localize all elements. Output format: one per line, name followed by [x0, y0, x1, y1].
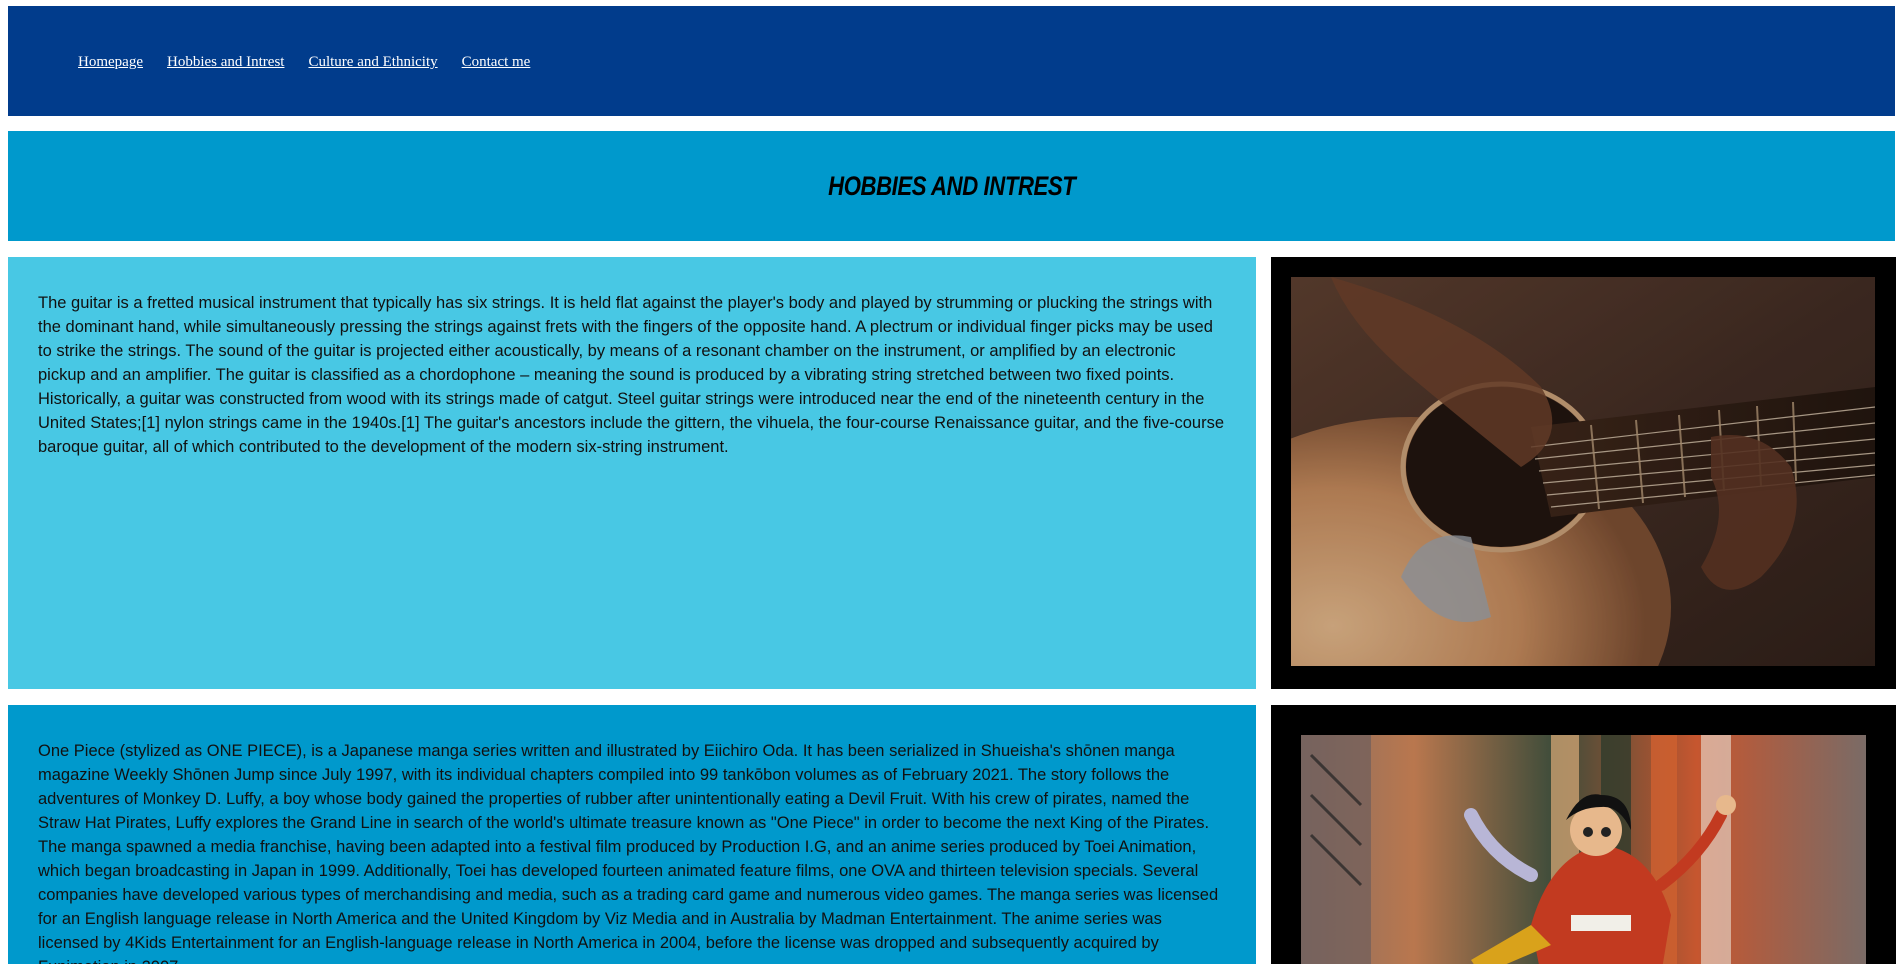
- nav-link-hobbies[interactable]: Hobbies and Intrest: [167, 54, 284, 71]
- one-piece-text: One Piece (stylized as ONE PIECE), is a …: [38, 742, 1219, 964]
- nav-links: Homepage Hobbies and Intrest Culture and…: [78, 54, 530, 71]
- nav-link-culture[interactable]: Culture and Ethnicity: [308, 54, 437, 71]
- one-piece-figure-photo: [1301, 735, 1866, 964]
- page-title: Hobbies and Intrest: [827, 170, 1076, 201]
- page: Homepage Hobbies and Intrest Culture and…: [0, 0, 1896, 964]
- guitar-section: The guitar is a fretted musical instrume…: [8, 257, 1256, 689]
- nav-link-contact[interactable]: Contact me: [462, 54, 531, 71]
- guitar-text: The guitar is a fretted musical instrume…: [38, 294, 1225, 456]
- page-banner: Hobbies and Intrest: [8, 131, 1895, 241]
- one-piece-image-frame: [1271, 705, 1896, 964]
- one-piece-section: One Piece (stylized as ONE PIECE), is a …: [8, 705, 1256, 964]
- guitar-photo: [1291, 277, 1875, 666]
- nav-link-homepage[interactable]: Homepage: [78, 54, 143, 71]
- top-nav: Homepage Hobbies and Intrest Culture and…: [8, 6, 1895, 116]
- guitar-image-frame: [1271, 257, 1896, 689]
